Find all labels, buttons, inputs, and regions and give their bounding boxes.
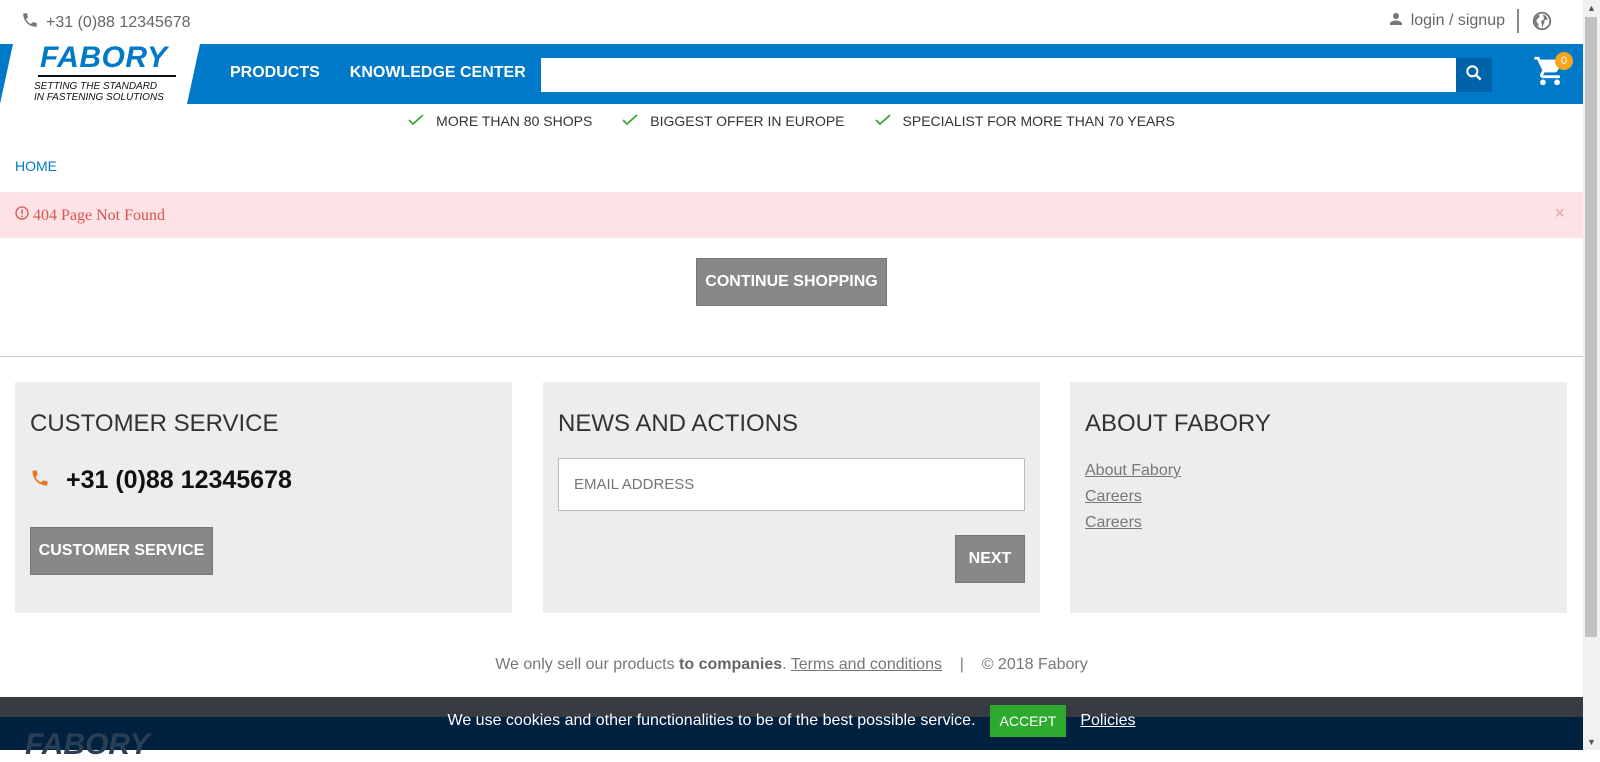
customer-service-title: CUSTOMER SERVICE [30, 410, 279, 437]
legal-separator: | [959, 656, 964, 673]
search-input[interactable] [541, 58, 1492, 92]
login-signup-link[interactable]: login / signup [1387, 9, 1519, 33]
news-panel: NEWS AND ACTIONS NEXT [543, 382, 1040, 613]
accept-cookies-button[interactable]: ACCEPT [989, 705, 1067, 737]
customer-service-button[interactable]: CUSTOMER SERVICE [30, 527, 213, 575]
checkmark-icon [622, 113, 638, 129]
cookie-text: We use cookies and other functionalities… [447, 712, 976, 729]
usp-label: BIGGEST OFFER IN EUROPE [650, 113, 845, 129]
phone-icon [21, 11, 39, 34]
close-icon[interactable]: × [1554, 203, 1565, 224]
usp-label: SPECIALIST FOR MORE THAN 70 YEARS [902, 113, 1175, 129]
about-title: ABOUT FABORY [1085, 410, 1271, 437]
usp-bar: MORE THAN 80 SHOPS BIGGEST OFFER IN EURO… [0, 113, 1583, 129]
cart-button[interactable]: 0 [1533, 52, 1573, 92]
checkmark-icon [408, 113, 424, 129]
cart-icon [1533, 56, 1567, 92]
continue-shopping-button[interactable]: CONTINUE SHOPPING [696, 258, 887, 306]
vertical-scrollbar[interactable]: ▲ ▼ [1583, 0, 1600, 750]
search-button[interactable] [1456, 58, 1492, 92]
fabory-logo[interactable]: FABORY SETTING THE STANDARD IN FASTENING … [0, 41, 200, 104]
usp-item: BIGGEST OFFER IN EUROPE [622, 113, 845, 129]
search-icon [1464, 63, 1484, 88]
divider [0, 356, 1583, 357]
customer-service-phone[interactable]: +31 (0)88 12345678 [30, 466, 292, 495]
top-bar: +31 (0)88 12345678 login / signup [0, 0, 1583, 44]
legal-bold: to companies [679, 656, 783, 673]
checkmark-icon [874, 113, 891, 129]
policies-link[interactable]: Policies [1080, 712, 1135, 730]
error-alert: 404 Page Not Found × [0, 192, 1583, 238]
alert-icon [15, 206, 29, 225]
main-header: FABORY SETTING THE STANDARD IN FASTENING … [0, 41, 1583, 104]
user-icon [1387, 10, 1405, 33]
about-links: About Fabory Careers Careers [1085, 462, 1181, 532]
careers-link[interactable]: Careers [1085, 514, 1181, 532]
copyright: © 2018 Fabory [981, 656, 1088, 673]
usp-item: MORE THAN 80 SHOPS [408, 113, 592, 129]
careers-link[interactable]: Careers [1085, 488, 1181, 506]
main-nav: PRODUCTS KNOWLEDGE CENTER [230, 64, 526, 82]
terms-link[interactable]: Terms and conditions [791, 656, 942, 673]
scroll-down-icon[interactable]: ▼ [1587, 737, 1596, 747]
next-button[interactable]: NEXT [955, 535, 1025, 583]
breadcrumb-home[interactable]: HOME [15, 158, 57, 174]
alert-message: 404 Page Not Found [33, 206, 165, 224]
logo-tagline: SETTING THE STANDARD IN FASTENING SOLUTIO… [34, 81, 164, 103]
nav-knowledge-center[interactable]: KNOWLEDGE CENTER [350, 64, 526, 82]
globe-icon[interactable] [1531, 10, 1553, 32]
scroll-up-icon[interactable]: ▲ [1587, 3, 1596, 13]
phone-icon [30, 466, 50, 495]
logo-rule [38, 75, 176, 77]
about-panel: ABOUT FABORY About Fabory Careers Career… [1070, 382, 1567, 613]
customer-service-phone-number: +31 (0)88 12345678 [66, 466, 292, 494]
news-title: NEWS AND ACTIONS [558, 410, 799, 437]
cookie-bar: We use cookies and other functionalities… [0, 705, 1583, 737]
login-label: login / signup [1410, 12, 1505, 29]
customer-service-panel: CUSTOMER SERVICE +31 (0)88 12345678 CUST… [15, 382, 512, 613]
usp-item: SPECIALIST FOR MORE THAN 70 YEARS [874, 113, 1175, 129]
nav-products[interactable]: PRODUCTS [230, 64, 320, 82]
about-fabory-link[interactable]: About Fabory [1085, 462, 1181, 480]
logo-wordmark: FABORY [40, 41, 168, 74]
scrollbar-thumb[interactable] [1585, 17, 1597, 637]
top-phone-number: +31 (0)88 12345678 [46, 13, 191, 31]
cart-count-badge: 0 [1555, 52, 1573, 70]
usp-label: MORE THAN 80 SHOPS [436, 113, 593, 129]
email-field[interactable] [558, 458, 1025, 511]
legal-line: We only sell our products to companies. … [495, 656, 1088, 673]
top-phone[interactable]: +31 (0)88 12345678 [21, 11, 191, 34]
